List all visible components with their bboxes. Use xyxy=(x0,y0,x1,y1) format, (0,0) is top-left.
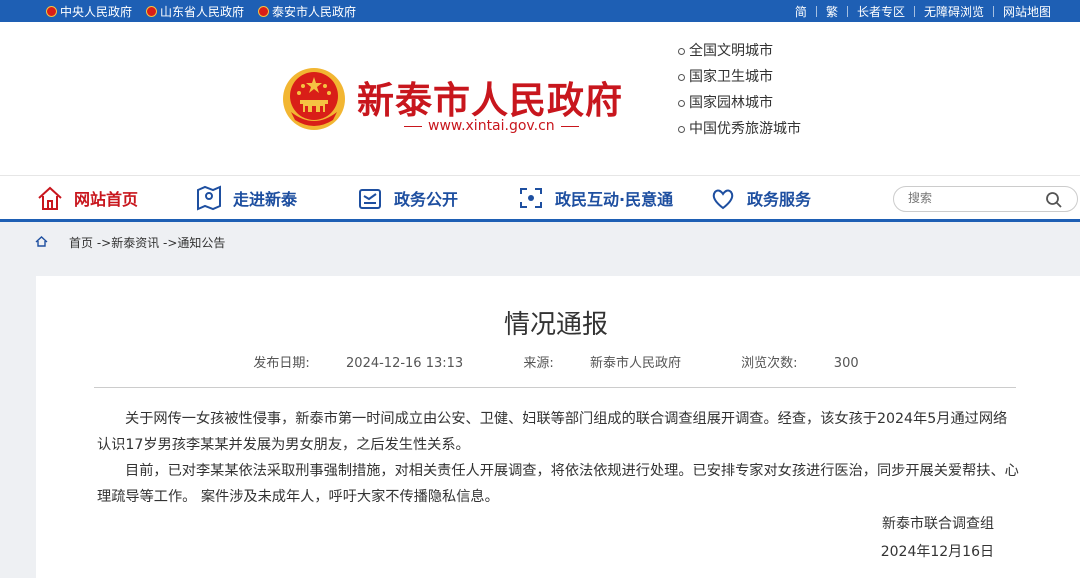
home-icon[interactable] xyxy=(35,235,48,248)
elderly-zone-link[interactable]: 长者专区 xyxy=(848,3,914,20)
home-icon xyxy=(38,186,62,210)
national-emblem-logo-icon[interactable] xyxy=(281,66,347,132)
honor-item: 国家园林城市 xyxy=(678,90,801,116)
link-shandong-gov[interactable]: 山东省人民政府 xyxy=(146,3,244,20)
national-emblem-icon xyxy=(46,6,57,17)
view-count: 浏览次数: 300 xyxy=(741,356,859,371)
site-url: www.xintai.gov.cn xyxy=(398,118,585,134)
nav-gov-affairs-open[interactable]: 政务公开 xyxy=(356,184,458,212)
city-honors-list: 全国文明城市 国家卫生城市 国家园林城市 中国优秀旅游城市 xyxy=(678,38,801,152)
circle-bullet-icon xyxy=(678,73,685,81)
search-box[interactable] xyxy=(893,186,1078,212)
article-meta: 发布日期: 2024-12-16 13:13 来源: 新泰市人民政府 浏览次数:… xyxy=(36,352,1076,371)
article-title: 情况通报 xyxy=(503,310,608,340)
nav-about-xintai[interactable]: 走进新泰 xyxy=(195,184,297,212)
nav-public-interaction[interactable]: 政民互动·民意通 xyxy=(517,184,673,212)
document-icon xyxy=(359,189,381,209)
national-emblem-icon xyxy=(146,6,158,17)
circle-bullet-icon xyxy=(678,125,685,133)
heart-hands-icon xyxy=(712,189,734,210)
link-central-gov[interactable]: 中央人民政府 xyxy=(46,3,132,20)
site-title: 新泰市人民政府 xyxy=(357,78,623,122)
traditional-chinese-link[interactable]: 繁 xyxy=(817,3,847,20)
top-bar: 中央人民政府 山东省人民政府 泰安市人民政府 简 繁 长者专区 无障碍浏览 网站… xyxy=(0,0,1080,22)
publish-date: 发布日期: 2024-12-16 13:13 xyxy=(253,356,464,371)
article-body: 关于网传一女孩被性侵事，新泰市第一时间成立由公安、卫健、妇联等部门组成的联合调查… xyxy=(97,406,1019,510)
search-icon[interactable] xyxy=(1045,191,1063,209)
accessibility-link[interactable]: 无障碍浏览 xyxy=(915,3,993,20)
honor-item: 全国文明城市 xyxy=(678,38,801,64)
article-panel: 情况通报 发布日期: 2024-12-16 13:13 来源: 新泰市人民政府 … xyxy=(36,276,1080,578)
simplified-chinese-link[interactable]: 简 xyxy=(786,3,816,20)
site-header: 新泰市人民政府 www.xintai.gov.cn 全国文明城市 国家卫生城市 … xyxy=(0,22,1080,175)
honor-item: 国家卫生城市 xyxy=(678,64,801,90)
article-paragraph: 关于网传一女孩被性侵事，新泰市第一时间成立由公安、卫健、妇联等部门组成的联合调查… xyxy=(97,411,1008,453)
divider xyxy=(94,387,1016,388)
sitemap-link[interactable]: 网站地图 xyxy=(994,3,1060,20)
search-input[interactable] xyxy=(908,191,1038,205)
nav-home[interactable]: 网站首页 xyxy=(36,184,138,212)
article-signature: 新泰市联合调查组 2024年12月16日 xyxy=(881,510,994,566)
sign-date: 2024年12月16日 xyxy=(880,544,994,560)
nav-gov-services[interactable]: 政务服务 xyxy=(709,184,811,212)
main-nav: 网站首页 走进新泰 政务公开 政民互动·民意通 政务服务 xyxy=(0,175,1080,222)
signer: 新泰市联合调查组 xyxy=(882,516,994,532)
top-links: 中央人民政府 山东省人民政府 泰安市人民政府 xyxy=(46,3,356,20)
breadcrumb-path[interactable]: 首页 ->新泰资讯 ->通知公告 xyxy=(69,234,225,251)
link-taian-gov[interactable]: 泰安市人民政府 xyxy=(258,3,356,20)
interaction-icon xyxy=(520,188,542,208)
national-emblem-icon xyxy=(258,6,270,17)
breadcrumb: 首页 ->新泰资讯 ->通知公告 xyxy=(0,225,1080,259)
circle-bullet-icon xyxy=(678,99,685,107)
circle-bullet-icon xyxy=(678,47,685,55)
map-icon xyxy=(197,185,221,211)
article-source: 来源: 新泰市人民政府 xyxy=(523,356,681,371)
article-paragraph: 目前，已对李某某依法采取刑事强制措施，对相关责任人开展调查，将依法依规进行处理。… xyxy=(97,463,1019,505)
top-utilities: 简 繁 长者专区 无障碍浏览 网站地图 xyxy=(786,3,1060,20)
honor-item: 中国优秀旅游城市 xyxy=(678,116,801,142)
